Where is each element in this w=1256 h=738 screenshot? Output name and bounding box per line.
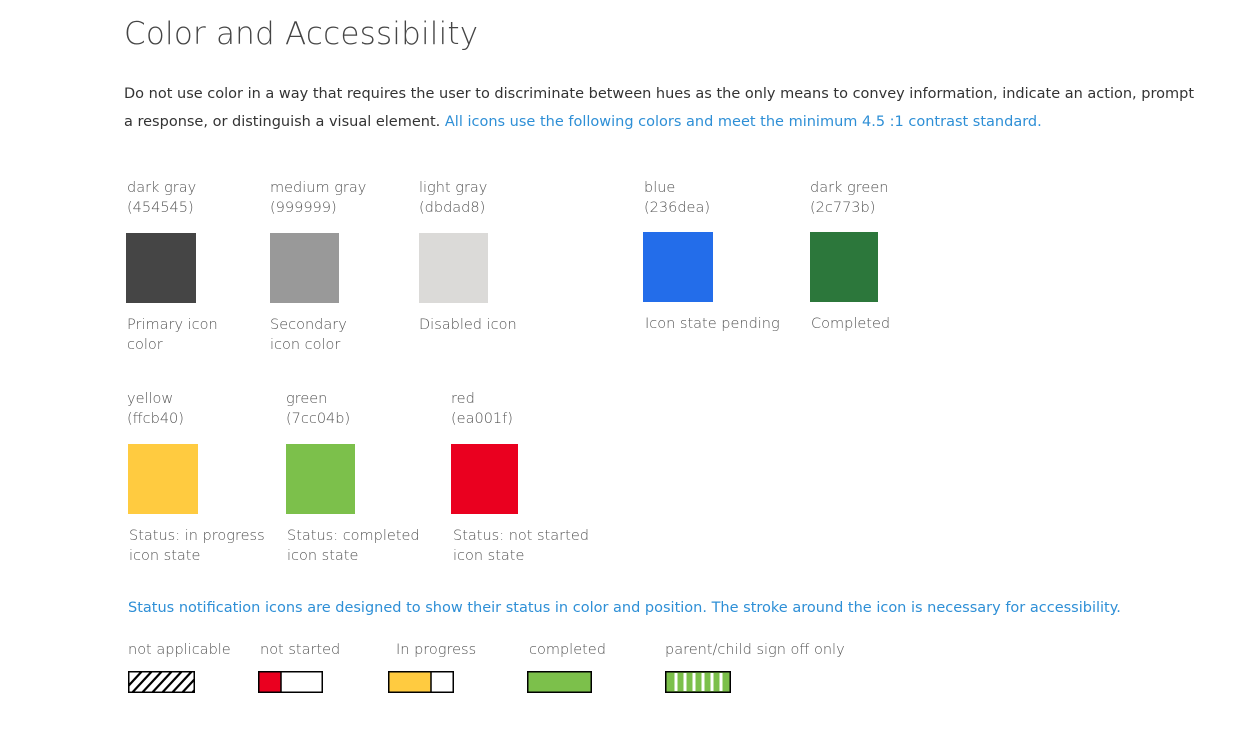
- swatch-name: blue: [644, 180, 676, 196]
- color-chip: [419, 233, 488, 303]
- color-chip: [451, 444, 518, 514]
- status-note: Status notification icons are designed t…: [128, 600, 1121, 616]
- swatch-description: Status: not started icon state: [453, 528, 589, 564]
- swatch-dark-green: dark green (2c773b) Completed: [810, 178, 980, 334]
- swatch-description: Status: in progress icon state: [129, 528, 265, 564]
- swatch-description: Icon state pending: [645, 316, 780, 332]
- intro-paragraph: Do not use color in a way that requires …: [124, 80, 1204, 136]
- legend-label: parent/child sign off only: [665, 642, 845, 658]
- swatch-hex: (999999): [270, 200, 337, 216]
- swatch-name: light gray: [419, 180, 488, 196]
- swatch-description: Secondary icon color: [270, 317, 347, 353]
- color-chip: [128, 444, 198, 514]
- legend-label: not applicable: [128, 642, 231, 658]
- swatch-green: green (7cc04b) Status: completed icon st…: [286, 389, 456, 566]
- striped-bar-icon: [665, 671, 731, 693]
- swatch-hex: (236dea): [644, 200, 711, 216]
- swatch-name: green: [286, 391, 328, 407]
- legend-label: completed: [529, 642, 606, 658]
- legend-not-started: not started: [258, 640, 341, 693]
- swatch-name: medium gray: [270, 180, 367, 196]
- swatch-name: red: [451, 391, 475, 407]
- color-chip: [286, 444, 355, 514]
- swatch-light-gray: light gray (dbdad8) Disabled icon: [419, 178, 589, 335]
- swatch-description: Completed: [811, 316, 891, 332]
- not-started-bar-icon: [258, 671, 323, 693]
- swatch-name: yellow: [127, 391, 174, 407]
- swatch-hex: (dbdad8): [419, 200, 486, 216]
- legend-in-progress: In progress: [388, 640, 477, 693]
- color-chip: [810, 232, 878, 302]
- completed-bar-icon: [527, 671, 592, 693]
- legend-label: not started: [260, 642, 341, 658]
- swatch-description: Status: completed icon state: [287, 528, 420, 564]
- legend-not-applicable: not applicable: [128, 640, 231, 693]
- swatch-name: dark green: [810, 180, 889, 196]
- color-chip: [270, 233, 339, 303]
- color-chip: [126, 233, 196, 303]
- legend-parent-child: parent/child sign off only: [665, 640, 845, 693]
- swatch-hex: (2c773b): [810, 200, 876, 216]
- legend-label: In progress: [396, 642, 477, 658]
- hatched-bar-icon: [128, 671, 195, 693]
- swatch-hex: (ea001f): [451, 411, 513, 427]
- swatch-blue: blue (236dea) Icon state pending: [643, 178, 814, 334]
- swatch-hex: (ffcb40): [127, 411, 184, 427]
- swatch-red: red (ea001f) Status: not started icon st…: [451, 389, 621, 566]
- in-progress-bar-icon: [388, 671, 454, 693]
- swatch-description: Disabled icon: [419, 317, 517, 333]
- swatch-hex: (7cc04b): [286, 411, 351, 427]
- intro-accent-text: All icons use the following colors and m…: [444, 114, 1042, 130]
- legend-completed: completed: [527, 640, 606, 693]
- page-title: Color and Accessibility: [124, 16, 479, 52]
- swatch-yellow: yellow (ffcb40) Status: in progress icon…: [127, 389, 297, 566]
- color-chip: [643, 232, 713, 302]
- swatch-medium-gray: medium gray (999999) Secondary icon colo…: [270, 178, 440, 355]
